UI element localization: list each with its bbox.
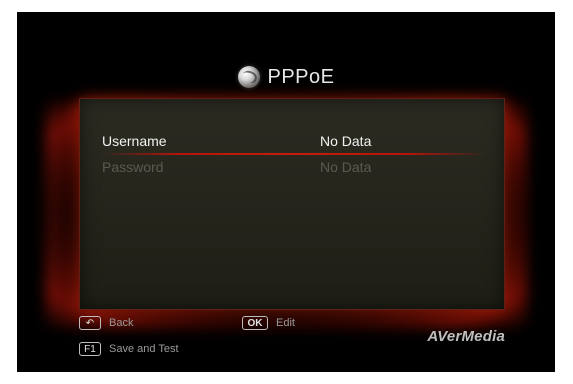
username-value: No Data	[320, 133, 372, 149]
back-label: Back	[109, 317, 134, 329]
save-test-hint[interactable]: F1 Save and Test	[79, 342, 179, 356]
edit-hint[interactable]: OK Edit	[242, 316, 295, 330]
tv-screen: PPPoE Username No Data Password No Data …	[17, 12, 555, 372]
globe-icon	[237, 66, 260, 88]
username-label: Username	[102, 133, 167, 149]
edit-label: Edit	[276, 317, 295, 329]
back-hint[interactable]: ↶ Back	[79, 316, 133, 330]
ok-key: OK	[242, 316, 268, 330]
page-header: PPPoE	[17, 62, 555, 92]
username-row[interactable]: Username No Data	[102, 129, 486, 155]
f1-key: F1	[79, 342, 101, 356]
password-label: Password	[102, 159, 164, 175]
page-title: PPPoE	[267, 65, 335, 88]
settings-panel: Username No Data Password No Data	[79, 98, 505, 310]
password-value: No Data	[320, 159, 372, 175]
avermedia-logo: AVerMedia	[427, 328, 505, 345]
back-arrow-icon: ↶	[79, 316, 101, 330]
password-row[interactable]: Password No Data	[102, 155, 486, 179]
save-test-label: Save and Test	[109, 343, 179, 355]
